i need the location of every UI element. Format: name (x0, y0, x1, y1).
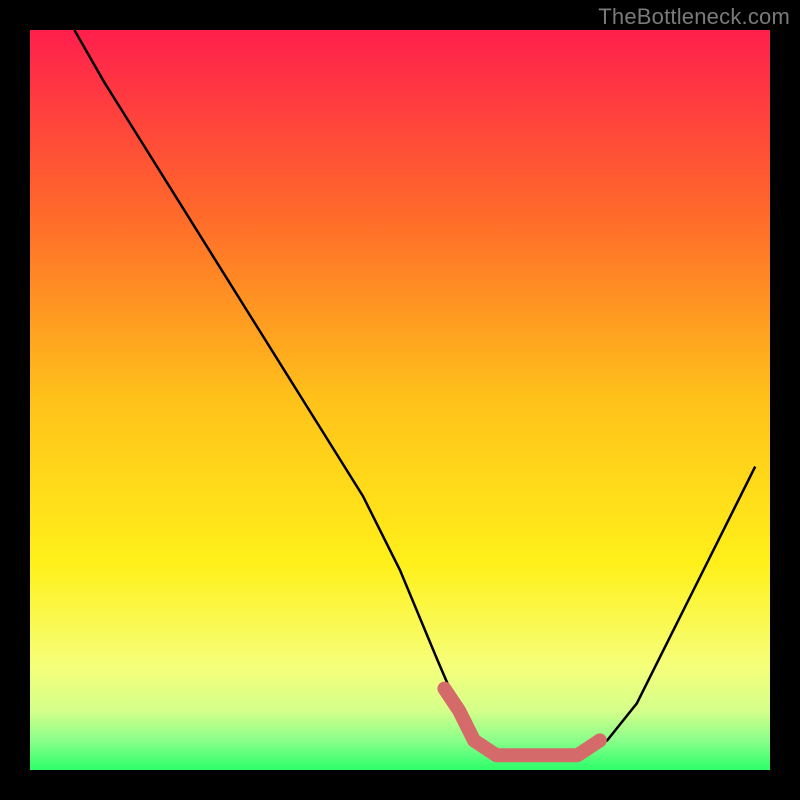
chart-stage: TheBottleneck.com (0, 0, 800, 800)
bottleneck-chart (0, 0, 800, 800)
attribution-text: TheBottleneck.com (598, 4, 790, 30)
